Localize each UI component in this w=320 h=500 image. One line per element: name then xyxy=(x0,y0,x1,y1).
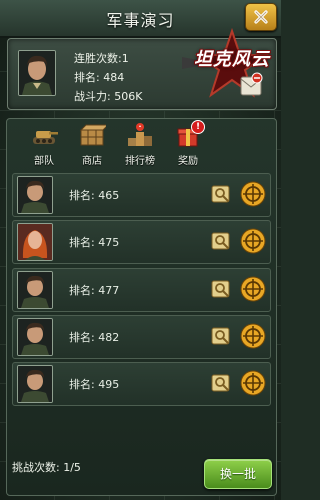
supply-crate-icon xyxy=(79,124,106,146)
opponent-avatar xyxy=(17,176,53,214)
opponent-avatar xyxy=(17,271,53,309)
challenge-target-button[interactable] xyxy=(240,181,266,207)
challenge-count-label: 挑战次数: xyxy=(12,461,60,474)
opponent-rank-label: 排名: xyxy=(69,189,95,202)
opponent-row[interactable]: 排名: 495 xyxy=(12,362,271,406)
win-streak-label: 连胜次数: xyxy=(74,52,122,65)
view-info-button[interactable] xyxy=(210,324,234,348)
opponent-rank: 排名: 495 xyxy=(69,376,119,392)
opponent-avatar xyxy=(17,318,53,356)
opponent-row[interactable]: 排名: 465 xyxy=(12,173,271,217)
battle-report-button[interactable] xyxy=(238,71,264,99)
player-profile-panel: 连胜次数:1 排名: 484 战斗力: 506K 坦克风云 xyxy=(7,27,277,110)
challenge-target-button[interactable] xyxy=(240,276,266,302)
challenge-count-value: 1/5 xyxy=(63,461,81,474)
menu-rewards-label: 奖励 xyxy=(178,156,198,167)
opponent-rank-value: 475 xyxy=(98,236,120,249)
challenge-count: 挑战次数: 1/5 xyxy=(12,459,81,475)
opponent-rank-value: 482 xyxy=(98,331,120,344)
report-envelope-icon xyxy=(240,72,263,96)
opponent-row[interactable]: 排名: 477 xyxy=(12,268,271,312)
player-power: 战斗力: 506K xyxy=(74,88,142,104)
ranking-trophy-icon xyxy=(128,123,152,146)
opponent-rank-value: 477 xyxy=(98,284,120,297)
close-icon xyxy=(254,10,268,24)
opponent-rank-label: 排名: xyxy=(69,284,95,297)
menu-rewards[interactable]: ! 奖励 xyxy=(160,120,216,168)
view-info-button[interactable] xyxy=(210,229,234,253)
opponent-rank-value: 465 xyxy=(98,189,120,202)
opponent-rank-label: 排名: xyxy=(69,236,95,249)
opponent-rank-label: 排名: xyxy=(69,378,95,391)
player-rank-value: 484 xyxy=(103,71,125,84)
rewards-alert-badge: ! xyxy=(191,120,205,134)
opponent-row[interactable]: 排名: 482 xyxy=(12,315,271,359)
opponent-rank-label: 排名: xyxy=(69,331,95,344)
player-power-value: 506K xyxy=(114,90,143,103)
opponent-rank: 排名: 477 xyxy=(69,282,119,298)
player-power-label: 战斗力: xyxy=(74,90,111,103)
challenge-target-button[interactable] xyxy=(240,228,266,254)
view-info-button[interactable] xyxy=(210,277,234,301)
game-logo: 坦克风云 xyxy=(180,27,281,105)
win-streak: 连胜次数:1 xyxy=(74,50,129,66)
view-info-button[interactable] xyxy=(210,371,234,395)
challenge-target-button[interactable] xyxy=(240,370,266,396)
opponent-avatar xyxy=(17,223,53,261)
view-info-button[interactable] xyxy=(210,182,234,206)
player-rank-label: 排名: xyxy=(74,71,100,84)
player-avatar xyxy=(18,50,56,96)
opponent-rank-value: 495 xyxy=(98,378,120,391)
opponent-avatar xyxy=(17,365,53,403)
opponent-row[interactable]: 排名: 475 xyxy=(12,220,271,264)
opponent-rank: 排名: 465 xyxy=(69,187,119,203)
player-rank: 排名: 484 xyxy=(74,69,124,85)
opponent-rank: 排名: 475 xyxy=(69,234,119,250)
tank-icon xyxy=(33,131,58,144)
win-streak-value: 1 xyxy=(121,52,129,65)
game-logo-text: 坦克风云 xyxy=(194,49,270,70)
game-screen: 军事演习 连胜次数:1 排名: 484 战斗力: 506K 坦克风云 部队 商店… xyxy=(0,0,281,500)
challenge-target-button[interactable] xyxy=(240,323,266,349)
opponent-rank: 排名: 482 xyxy=(69,329,119,345)
refresh-opponents-button[interactable]: 换一批 xyxy=(204,459,272,489)
